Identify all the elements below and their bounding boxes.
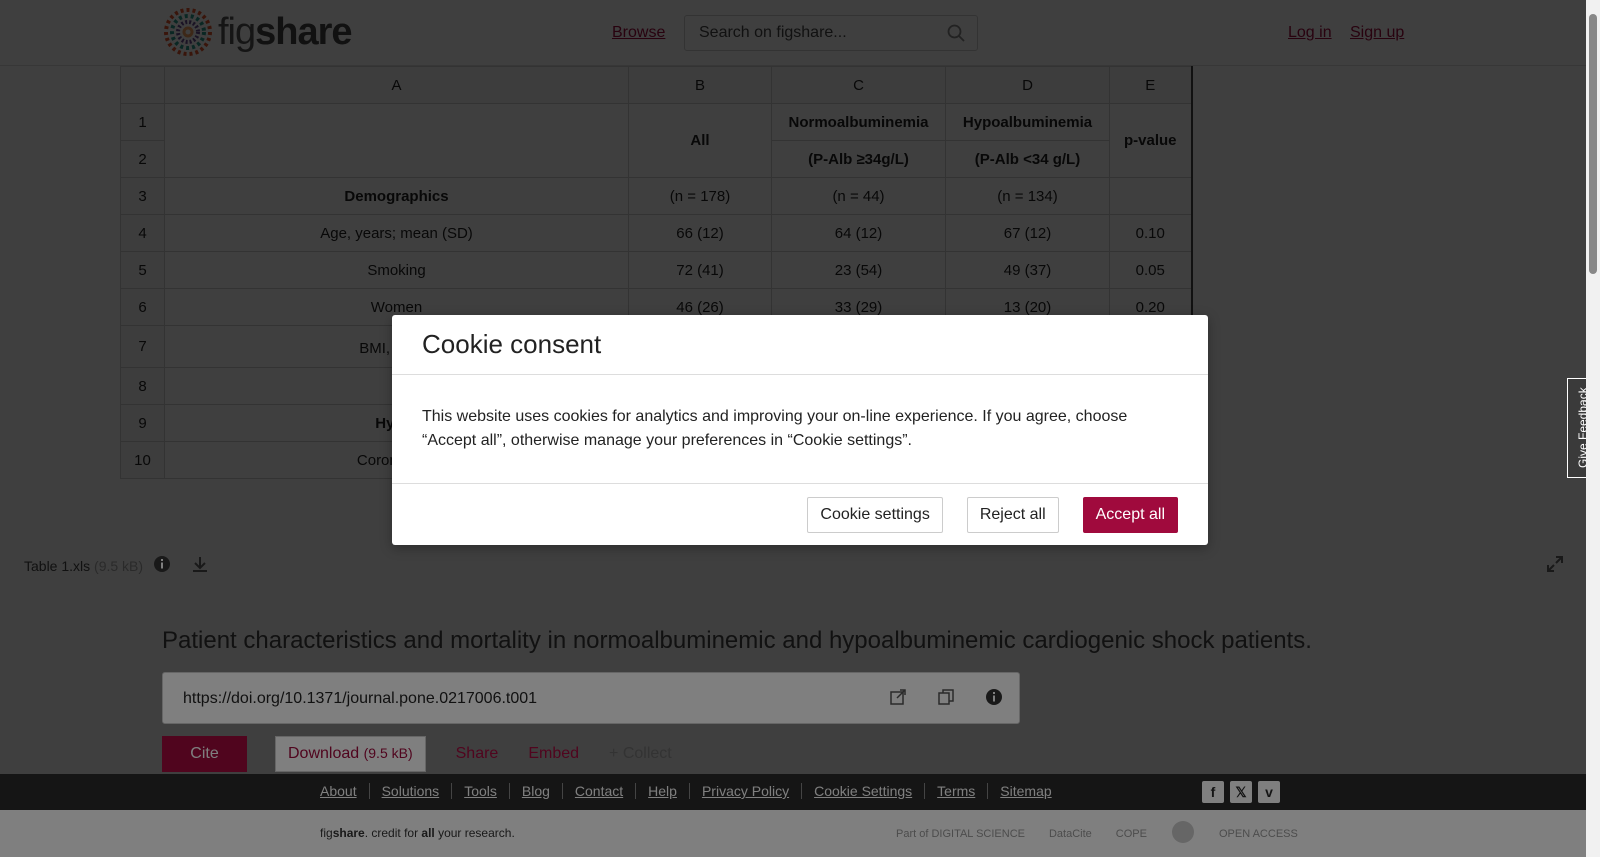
accept-all-button[interactable]: Accept all <box>1082 497 1178 533</box>
page-scroll-thumb[interactable] <box>1589 14 1597 274</box>
reject-all-button[interactable]: Reject all <box>966 497 1059 533</box>
cookie-dialog-title: Cookie consent <box>392 315 1208 375</box>
cookie-dialog-actions: Cookie settings Reject all Accept all <box>807 497 1178 533</box>
cookie-settings-button[interactable]: Cookie settings <box>807 497 943 533</box>
cookie-dialog-body: This website uses cookies for analytics … <box>392 375 1208 484</box>
cookie-consent-dialog: Cookie consent This website uses cookies… <box>392 315 1208 545</box>
page-scrollbar[interactable] <box>1586 0 1600 857</box>
